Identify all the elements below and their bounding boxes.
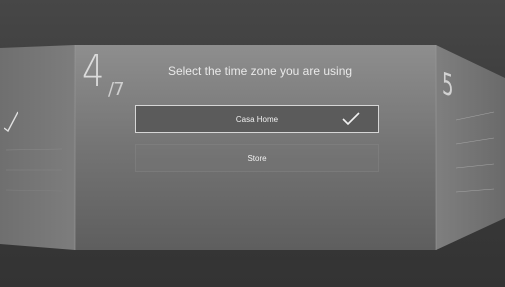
checkmark-icon bbox=[4, 111, 18, 132]
option-label: Casa Home bbox=[235, 114, 279, 124]
page-title: Select the time zone you are using bbox=[167, 64, 353, 78]
time-zone-option-store[interactable]: Store bbox=[135, 144, 379, 172]
step-current: 4 bbox=[82, 46, 105, 97]
previous-step-panel[interactable] bbox=[0, 45, 75, 250]
step-total: /7 bbox=[108, 79, 125, 100]
time-zone-option-casa-home[interactable]: Casa Home bbox=[135, 105, 379, 133]
checkmark-icon bbox=[342, 112, 360, 126]
next-step-number: 5 bbox=[442, 66, 454, 106]
option-label: Store bbox=[247, 153, 267, 163]
setup-screen: 4 /7 Select the time zone you are using … bbox=[0, 0, 505, 287]
